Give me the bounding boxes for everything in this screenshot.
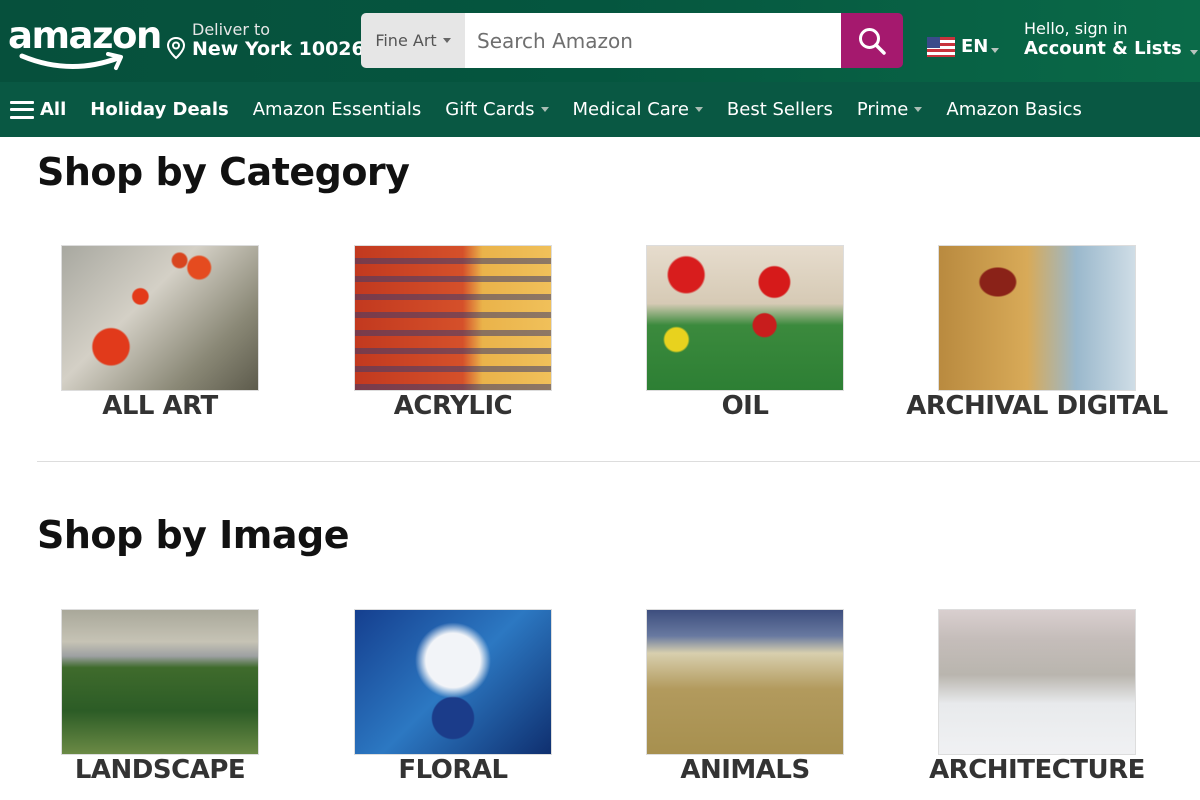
nav-item-best-sellers[interactable]: Best Sellers — [727, 99, 833, 120]
nav-item-holiday-deals[interactable]: Holiday Deals — [90, 99, 228, 120]
tile-label: LANDSCAPE — [74, 755, 246, 785]
nav-item-label: Prime — [856, 99, 909, 120]
nav-item-medical-care[interactable]: Medical Care — [573, 99, 703, 120]
deliver-label: Deliver to — [192, 20, 271, 39]
search-button[interactable] — [841, 13, 903, 68]
image-tile-landscape[interactable]: LANDSCAPE — [10, 609, 310, 785]
location-pin-icon — [166, 36, 186, 60]
account-lists: Account & Lists — [1024, 38, 1198, 59]
nav-bar: All Holiday Deals Amazon Essentials Gift… — [0, 82, 1200, 137]
caret-down-icon — [991, 48, 1000, 53]
section-divider — [37, 461, 1200, 462]
image-tile-animals[interactable]: ANIMALS — [595, 609, 895, 785]
account-menu[interactable]: Hello, sign in Account & Lists — [1024, 19, 1198, 59]
deliver-location: New York 10026 — [192, 38, 365, 60]
nav-item-amazon-essentials[interactable]: Amazon Essentials — [253, 99, 422, 120]
caret-down-icon — [694, 107, 703, 112]
nav-item-amazon-basics[interactable]: Amazon Basics — [946, 99, 1082, 120]
tile-label: ANIMALS — [680, 755, 810, 785]
language-selector[interactable]: EN — [927, 36, 1000, 57]
search-bar: Fine Art — [361, 13, 903, 68]
tile-image — [938, 609, 1136, 755]
caret-down-icon — [540, 107, 549, 112]
category-tile-oil[interactable]: OIL — [595, 245, 895, 421]
tile-image — [61, 609, 259, 755]
tile-label: FLORAL — [398, 755, 508, 785]
tile-image — [354, 609, 552, 755]
department-label: Fine Art — [375, 31, 437, 50]
nav-item-prime[interactable]: Prime — [857, 99, 923, 120]
tile-image — [646, 609, 844, 755]
search-icon — [859, 27, 886, 55]
search-input[interactable] — [465, 13, 841, 68]
hamburger-menu-icon — [10, 100, 34, 119]
us-flag-icon — [927, 36, 955, 57]
nav-item-label: Best Sellers — [726, 99, 833, 120]
tile-image — [354, 245, 552, 391]
account-label: Account & Lists — [1024, 38, 1182, 59]
nav-item-gift-cards[interactable]: Gift Cards — [445, 99, 549, 120]
tile-label: ALL ART — [102, 391, 218, 421]
search-department-dropdown[interactable]: Fine Art — [361, 13, 465, 68]
caret-down-icon — [442, 38, 451, 43]
category-tile-acrylic[interactable]: ACRYLIC — [303, 245, 603, 421]
amazon-logo[interactable]: amazon — [8, 12, 162, 72]
caret-down-icon — [1189, 50, 1198, 55]
smile-arrow-icon — [19, 52, 123, 70]
tile-image — [938, 245, 1136, 391]
tile-image — [61, 245, 259, 391]
tile-label: ARCHIVAL DIGITAL — [906, 391, 1168, 421]
category-tile-archival-digital[interactable]: ARCHIVAL DIGITAL — [887, 245, 1187, 421]
account-greeting: Hello, sign in — [1024, 19, 1128, 38]
caret-down-icon — [914, 107, 923, 112]
nav-item-label: Holiday Deals — [90, 99, 229, 120]
image-tile-floral[interactable]: FLORAL — [303, 609, 603, 785]
section-title-image: Shop by Image — [37, 513, 350, 557]
tile-image — [646, 245, 844, 391]
tile-label: ARCHITECTURE — [929, 755, 1145, 785]
image-tile-architecture[interactable]: ARCHITECTURE — [887, 609, 1187, 785]
nav-all-menu[interactable]: All — [10, 99, 66, 120]
tile-label: ACRYLIC — [393, 391, 513, 421]
section-title-category: Shop by Category — [37, 150, 410, 194]
top-bar: amazon Deliver to New York 10026 Fine Ar… — [0, 0, 1200, 82]
nav-item-label: Amazon Basics — [946, 99, 1082, 120]
nav-item-label: Gift Cards — [445, 99, 535, 120]
tile-label: OIL — [721, 391, 769, 421]
category-tile-all-art[interactable]: ALL ART — [10, 245, 310, 421]
nav-item-label: Medical Care — [572, 99, 689, 120]
language-code: EN — [961, 36, 989, 57]
nav-all-label: All — [40, 99, 67, 120]
nav-item-label: Amazon Essentials — [252, 99, 422, 120]
